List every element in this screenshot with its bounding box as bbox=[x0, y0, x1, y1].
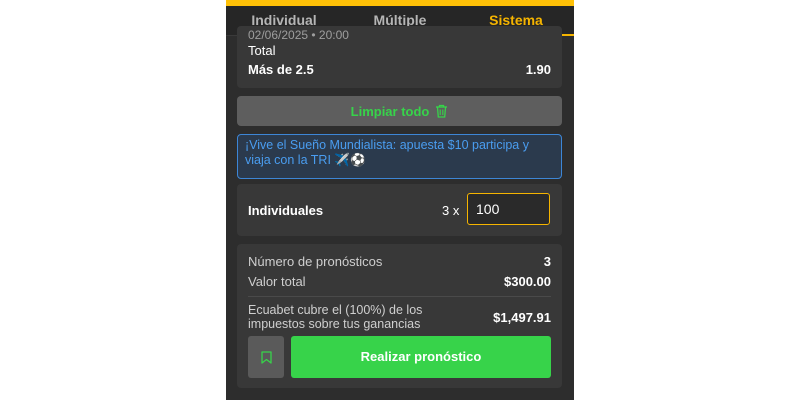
summary-card: Número de pronósticos 3 Valor total $300… bbox=[237, 244, 562, 388]
stake-input[interactable] bbox=[467, 193, 550, 225]
market-name: Total bbox=[248, 43, 276, 58]
tax-coverage-value: $1,497.91 bbox=[493, 310, 551, 325]
predictions-row: Número de pronósticos 3 bbox=[248, 254, 551, 269]
tax-coverage-label: Ecuabet cubre el (100%) de los impuestos… bbox=[248, 303, 423, 331]
total-value: $300.00 bbox=[504, 274, 551, 289]
bet-selection-card: 02/06/2025 • 20:00 Total Más de 2.5 1.90 bbox=[237, 26, 562, 88]
predictions-value: 3 bbox=[543, 254, 551, 269]
clear-all-label: Limpiar todo bbox=[350, 103, 430, 119]
clear-all-button[interactable]: Limpiar todo bbox=[237, 96, 562, 126]
bookmark-icon bbox=[260, 350, 272, 364]
place-bet-button[interactable]: Realizar pronóstico bbox=[291, 336, 551, 378]
total-label: Valor total bbox=[248, 274, 306, 289]
predictions-label: Número de pronósticos bbox=[248, 254, 383, 269]
selection-name: Más de 2.5 bbox=[248, 62, 314, 77]
singles-card: Individuales 3 x bbox=[237, 184, 562, 236]
betslip-panel: Individual Múltiple Sistema 02/06/2025 •… bbox=[226, 0, 574, 400]
total-row: Valor total $300.00 bbox=[248, 274, 551, 289]
selection-odds: 1.90 bbox=[525, 62, 551, 77]
save-bet-button[interactable] bbox=[248, 336, 284, 378]
event-date: 02/06/2025 • 20:00 bbox=[248, 28, 349, 42]
singles-multiplier: 3 x bbox=[442, 203, 460, 218]
promo-banner[interactable]: ¡Vive el Sueño Mundialista: apuesta $10 … bbox=[237, 134, 562, 179]
promo-text: ¡Vive el Sueño Mundialista: apuesta $10 … bbox=[245, 138, 529, 167]
singles-label: Individuales bbox=[248, 203, 324, 218]
summary-divider bbox=[248, 296, 551, 297]
trash-icon bbox=[436, 104, 448, 118]
